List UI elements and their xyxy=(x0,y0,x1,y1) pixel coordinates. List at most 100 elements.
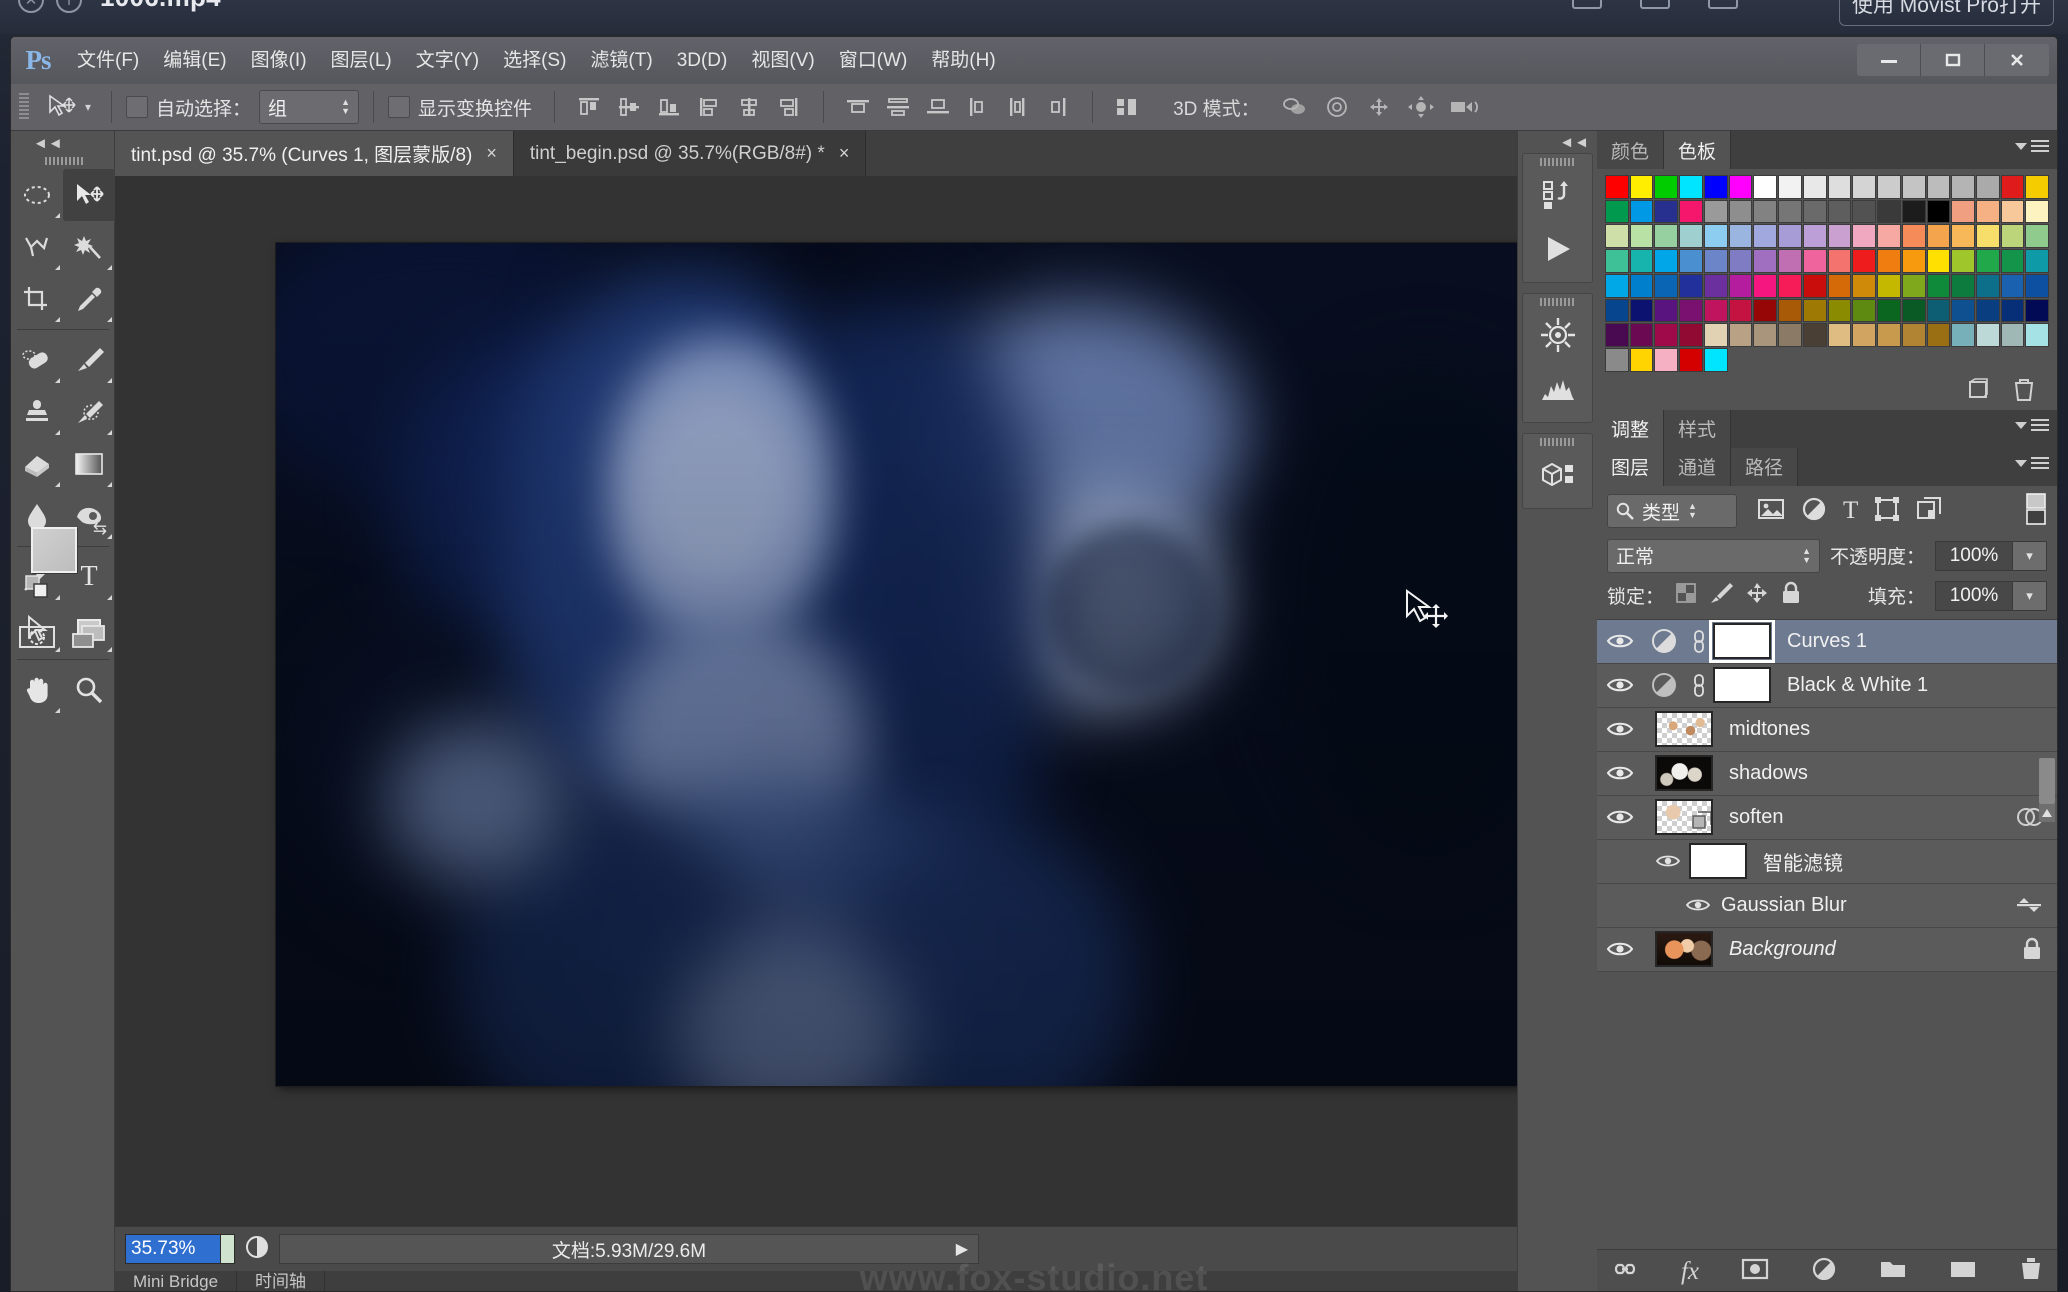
color-swatch[interactable] xyxy=(1679,199,1703,224)
align-left-edges-button[interactable] xyxy=(689,90,729,124)
options-bar-grip[interactable] xyxy=(19,93,29,121)
color-swatch[interactable] xyxy=(1654,348,1679,372)
auto-select-checkbox[interactable] xyxy=(126,96,149,118)
color-swatch[interactable] xyxy=(1976,323,2000,348)
color-swatch[interactable] xyxy=(1951,224,1976,249)
color-swatch[interactable] xyxy=(1852,249,1877,273)
color-swatch[interactable] xyxy=(1605,298,1629,323)
color-swatch[interactable] xyxy=(1877,249,1901,273)
info-icon[interactable]: i xyxy=(56,0,82,13)
align-right-edges-button[interactable] xyxy=(769,90,809,124)
scale-3d-object-icon[interactable] xyxy=(1442,90,1484,124)
color-swatch[interactable] xyxy=(1852,298,1877,323)
color-swatch[interactable] xyxy=(1654,323,1679,348)
color-swatch[interactable] xyxy=(2025,323,2050,348)
layer-thumbnail[interactable] xyxy=(1655,755,1713,792)
slide-3d-object-icon[interactable] xyxy=(1400,90,1442,124)
opacity-value[interactable]: 100% xyxy=(1935,540,2013,571)
color-swatch[interactable] xyxy=(1654,199,1679,224)
align-horizontal-centers-button[interactable] xyxy=(729,90,769,124)
document-size-info[interactable]: 文档:5.93M/29.6M ▶ xyxy=(279,1234,979,1264)
distribute-bottom-edges-button[interactable] xyxy=(918,90,958,124)
color-swatch[interactable] xyxy=(1778,273,1802,298)
color-swatch[interactable] xyxy=(1877,199,1901,224)
close-icon[interactable]: × xyxy=(839,143,850,164)
color-swatch[interactable] xyxy=(1679,175,1703,199)
color-swatch[interactable] xyxy=(1827,298,1852,323)
align-top-edges-button[interactable] xyxy=(569,90,609,124)
color-swatch[interactable] xyxy=(1901,323,1926,348)
layer-row-smart-filters[interactable]: 智能滤镜 xyxy=(1597,839,2057,884)
color-swatch[interactable] xyxy=(1629,249,1654,273)
color-swatch[interactable] xyxy=(1679,249,1703,273)
color-swatch[interactable] xyxy=(1629,273,1654,298)
fullscreen-icon[interactable] xyxy=(1708,0,1738,9)
color-swatch[interactable] xyxy=(1778,298,1802,323)
foreground-color-swatch[interactable] xyxy=(31,527,77,573)
color-swatch[interactable] xyxy=(1778,224,1802,249)
color-swatch[interactable] xyxy=(2000,273,2025,298)
color-swatch[interactable] xyxy=(1827,175,1852,199)
clone-stamp-tool[interactable] xyxy=(11,386,63,438)
color-swatch[interactable] xyxy=(1901,249,1926,273)
status-expand-arrow-icon[interactable]: ▶ xyxy=(956,1239,968,1259)
roll-3d-object-icon[interactable] xyxy=(1316,90,1358,124)
move-tool[interactable] xyxy=(63,169,115,221)
scroll-up-arrow-icon[interactable] xyxy=(2039,803,2055,822)
color-swatch[interactable] xyxy=(1703,323,1728,348)
dock-grip[interactable] xyxy=(1539,438,1576,446)
lock-all-icon[interactable] xyxy=(1780,581,1802,610)
color-swatch[interactable] xyxy=(1901,199,1926,224)
align-bottom-edges-button[interactable] xyxy=(649,90,689,124)
color-swatch[interactable] xyxy=(1852,175,1877,199)
color-swatch[interactable] xyxy=(1753,249,1778,273)
auto-select-dropdown[interactable]: 组 ▲ ▼ xyxy=(259,90,360,124)
color-swatch[interactable] xyxy=(2000,249,2025,273)
close-icon[interactable] xyxy=(1985,44,2049,76)
tab-channels[interactable]: 通道 xyxy=(1664,447,1732,486)
opacity-chevron-down-icon[interactable]: ▾ xyxy=(2013,540,2047,571)
color-swatch[interactable] xyxy=(1827,224,1852,249)
eyedropper-tool[interactable] xyxy=(63,273,115,325)
menu-layer[interactable]: 图层(L) xyxy=(319,37,404,84)
color-swatch[interactable] xyxy=(1827,249,1852,273)
color-swatch[interactable] xyxy=(2025,273,2050,298)
color-swatch[interactable] xyxy=(1605,199,1629,224)
color-swatch[interactable] xyxy=(1629,224,1654,249)
color-swatch[interactable] xyxy=(2025,249,2050,273)
collapse-right-icon[interactable]: ◄◄ xyxy=(1559,134,1589,151)
layer-row-midtones[interactable]: midtones xyxy=(1597,707,2057,752)
tab-mini-bridge[interactable]: Mini Bridge xyxy=(115,1271,238,1291)
color-swatch[interactable] xyxy=(1951,273,1976,298)
color-swatch[interactable] xyxy=(1629,175,1654,199)
color-swatch[interactable] xyxy=(1728,175,1753,199)
color-swatch[interactable] xyxy=(1753,175,1778,199)
filter-adjustment-icon[interactable] xyxy=(1801,496,1827,527)
distribute-left-edges-button[interactable] xyxy=(958,90,998,124)
color-swatch[interactable] xyxy=(1827,273,1852,298)
layer-visibility-toggle[interactable] xyxy=(1597,763,1643,783)
color-swatch[interactable] xyxy=(1802,298,1827,323)
new-layer-icon[interactable] xyxy=(1949,1258,1977,1285)
three-d-panel-icon[interactable] xyxy=(1523,448,1592,502)
color-swatch[interactable] xyxy=(1753,199,1778,224)
color-swatch[interactable] xyxy=(1802,323,1827,348)
color-swatch[interactable] xyxy=(1605,348,1629,372)
color-swatch[interactable] xyxy=(1901,298,1926,323)
menu-file[interactable]: 文件(F) xyxy=(65,37,151,84)
color-swatch[interactable] xyxy=(1951,199,1976,224)
color-swatch[interactable] xyxy=(1778,199,1802,224)
fill-value[interactable]: 100% xyxy=(1935,580,2013,611)
color-swatch[interactable] xyxy=(1926,298,1951,323)
filter-shape-icon[interactable] xyxy=(1874,496,1900,527)
healing-brush-tool[interactable] xyxy=(11,334,63,386)
color-swatch[interactable] xyxy=(2025,175,2050,199)
color-swatch[interactable] xyxy=(1926,273,1951,298)
document-profile-icon[interactable] xyxy=(235,1234,279,1265)
new-adjustment-layer-icon[interactable] xyxy=(1811,1257,1837,1286)
lock-position-icon[interactable] xyxy=(1744,581,1770,610)
tab-color[interactable]: 颜色 xyxy=(1597,131,1665,169)
color-swatch[interactable] xyxy=(1976,175,2000,199)
navigator-panel-icon[interactable] xyxy=(1523,308,1592,362)
tool-preset-chevron-down-icon[interactable]: ▾ xyxy=(85,100,91,114)
